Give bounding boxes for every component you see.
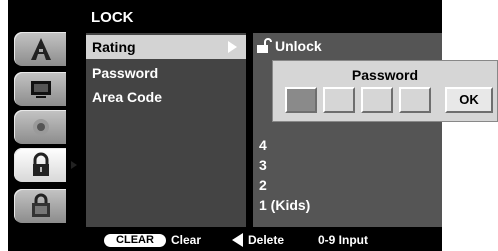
option-2[interactable]: 2 xyxy=(259,177,267,193)
footer-bar: CLEAR Clear Delete 0-9 Input xyxy=(8,228,442,251)
option-unlock[interactable]: Unlock xyxy=(275,38,322,54)
menu-column: Rating Password Area Code xyxy=(86,33,246,227)
others-icon xyxy=(32,193,50,217)
left-arrow-icon xyxy=(232,233,243,247)
option-1-kids[interactable]: 1 (Kids) xyxy=(259,197,310,213)
tab-language[interactable] xyxy=(14,32,66,66)
tab-others[interactable] xyxy=(14,189,66,223)
tab-lock[interactable] xyxy=(14,148,77,182)
menu-item-rating[interactable]: Rating xyxy=(86,35,246,59)
menu-item-area-code[interactable]: Area Code xyxy=(86,85,246,109)
unlock-icon xyxy=(257,38,272,53)
option-4[interactable]: 4 xyxy=(259,137,267,153)
screen: LOCK Rating Password Area Code Unlock 4 … xyxy=(0,0,498,251)
password-digit-3[interactable] xyxy=(361,87,393,113)
menu-item-password[interactable]: Password xyxy=(86,61,246,85)
input-label: 0-9 Input xyxy=(318,233,368,247)
password-digit-1[interactable] xyxy=(285,87,317,113)
tab-audio[interactable] xyxy=(14,110,66,144)
clear-label: Clear xyxy=(171,233,202,247)
password-digit-4[interactable] xyxy=(399,87,431,113)
language-icon xyxy=(31,38,51,60)
password-digit-2[interactable] xyxy=(323,87,355,113)
ok-button[interactable]: OK xyxy=(445,87,493,113)
option-3[interactable]: 3 xyxy=(259,157,267,173)
selection-arrow-icon xyxy=(228,41,237,53)
active-tab-arrow xyxy=(71,161,77,169)
audio-icon xyxy=(33,119,49,135)
display-icon xyxy=(31,81,51,98)
delete-label: Delete xyxy=(248,233,285,247)
lock-icon xyxy=(33,152,49,176)
dialog-title: Password xyxy=(351,67,419,83)
password-dialog: Password OK xyxy=(272,60,498,122)
tab-display[interactable] xyxy=(14,72,66,106)
menu-title: LOCK xyxy=(91,9,134,26)
clear-badge: CLEAR xyxy=(104,234,166,247)
